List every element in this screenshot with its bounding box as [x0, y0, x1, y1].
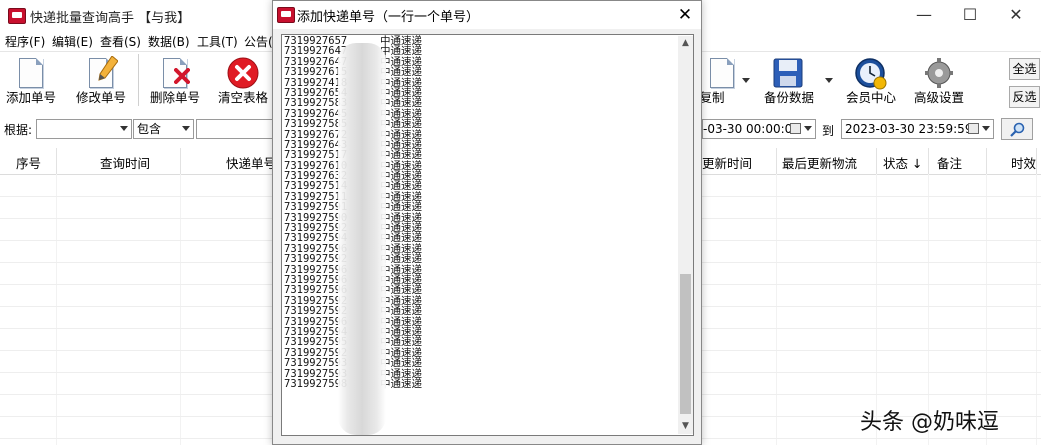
- date-to-label: 到: [822, 124, 835, 138]
- member-center-button[interactable]: 会员中心: [842, 54, 900, 110]
- invert-selection-button[interactable]: 反选: [1009, 86, 1040, 108]
- dialog-title: 添加快递单号（一行一个单号）: [297, 10, 480, 25]
- grid-line: [1036, 174, 1037, 445]
- backup-data-label: 备份数据: [763, 90, 814, 105]
- chevron-down-icon: [120, 126, 128, 131]
- add-number-label: 添加单号: [5, 90, 56, 105]
- courier-name: 中通速递: [380, 357, 422, 370]
- redaction-blur: [338, 43, 386, 435]
- backup-data-button[interactable]: 备份数据: [758, 54, 820, 110]
- date-to-value: 2023-03-30 23:59:59: [845, 122, 973, 136]
- floppy-disk-icon: [773, 58, 803, 88]
- menu-bar: 程序(F) 编辑(E) 查看(S) 数据(B) 工具(T) 公告(: [0, 31, 280, 51]
- column-remark[interactable]: 备注: [937, 153, 962, 172]
- scroll-up-icon[interactable]: ▲: [678, 36, 693, 51]
- chevron-down-icon: [804, 126, 812, 131]
- grid-line: [180, 174, 181, 445]
- date-to-picker[interactable]: 2023-03-30 23:59:59: [841, 119, 994, 139]
- calendar-icon: [968, 123, 979, 134]
- basis-combo[interactable]: [36, 119, 132, 139]
- column-divider: [876, 148, 877, 174]
- calendar-icon: [790, 123, 801, 134]
- column-divider: [986, 148, 987, 174]
- search-button[interactable]: [1001, 118, 1033, 140]
- advanced-settings-label: 高级设置: [913, 90, 964, 105]
- edit-number-label: 修改单号: [75, 90, 126, 105]
- copy-dropdown-icon[interactable]: [742, 78, 750, 83]
- column-divider: [1036, 148, 1037, 174]
- copy-icon: [710, 58, 735, 88]
- scrollbar-thumb[interactable]: [680, 274, 691, 414]
- add-number-button[interactable]: 添加单号: [2, 54, 60, 110]
- scroll-down-icon[interactable]: ▼: [678, 419, 693, 434]
- window-title: 快递批量查询高手 【与我】: [30, 11, 191, 26]
- tracking-numbers-textarea[interactable]: 7319927657 中通速递 7319927647 中通速递 7319927647 中通…: [281, 34, 694, 436]
- edit-number-button[interactable]: 修改单号: [72, 54, 130, 110]
- column-divider: [776, 148, 777, 174]
- minimize-button[interactable]: —: [901, 0, 947, 30]
- column-update-time[interactable]: 更新时间: [702, 153, 752, 172]
- pencil-icon: [98, 56, 118, 81]
- menu-data[interactable]: 数据(B): [148, 33, 190, 50]
- grid-line: [56, 174, 57, 445]
- menu-view[interactable]: 查看(S): [100, 33, 141, 50]
- dialog-close-button[interactable]: ✕: [669, 1, 701, 29]
- date-from-picker[interactable]: -03-30 00:00:00: [702, 119, 816, 139]
- search-icon: [1010, 122, 1025, 137]
- select-all-button[interactable]: 全选: [1009, 58, 1040, 80]
- advanced-settings-button[interactable]: 高级设置: [908, 54, 970, 110]
- column-last-logistics[interactable]: 最后更新物流: [782, 153, 857, 172]
- match-value: 包含: [137, 122, 162, 136]
- document-icon: [19, 58, 43, 88]
- delete-number-button[interactable]: 删除单号: [146, 54, 204, 110]
- delete-number-label: 删除单号: [149, 90, 200, 105]
- clear-circle-icon: [227, 57, 259, 89]
- column-query-time[interactable]: 查询时间: [100, 153, 150, 172]
- courier-name: 中通速递: [380, 305, 422, 318]
- column-timeliness[interactable]: 时效: [1011, 153, 1036, 172]
- column-divider: [180, 148, 181, 174]
- gear-icon: [925, 58, 953, 88]
- chevron-down-icon: [982, 126, 990, 131]
- keyword-input[interactable]: [196, 119, 276, 139]
- dialog-title-bar[interactable]: 添加快递单号（一行一个单号） ✕: [273, 1, 701, 29]
- column-index[interactable]: 序号: [16, 153, 41, 172]
- date-from-value: -03-30 00:00:00: [703, 122, 800, 136]
- clock-icon: [855, 58, 887, 90]
- column-status[interactable]: 状态 ↓: [883, 153, 922, 172]
- close-button[interactable]: ✕: [993, 0, 1039, 30]
- backup-dropdown-icon[interactable]: [825, 78, 833, 83]
- menu-tools[interactable]: 工具(T): [197, 33, 238, 50]
- member-center-label: 会员中心: [845, 90, 896, 105]
- column-tracking-number[interactable]: 快递单号: [226, 153, 276, 172]
- chevron-down-icon: [182, 126, 190, 131]
- grid-line: [776, 174, 777, 445]
- match-combo[interactable]: 包含: [133, 119, 194, 139]
- column-divider: [56, 148, 57, 174]
- basis-label: 根据:: [4, 123, 33, 137]
- menu-program[interactable]: 程序(F): [5, 33, 45, 50]
- clear-table-button[interactable]: 清空表格: [214, 54, 272, 110]
- add-tracking-dialog: 添加快递单号（一行一个单号） ✕ 7319927657 中通速递 731992764…: [272, 0, 702, 445]
- toolbar-separator: [138, 54, 139, 106]
- watermark: 头条 @奶味逗: [860, 410, 999, 435]
- courier-name: 中通速递: [380, 118, 422, 131]
- vertical-scrollbar[interactable]: ▲ ▼: [678, 36, 693, 434]
- maximize-button[interactable]: ☐: [947, 0, 993, 30]
- courier-name: 中通速递: [380, 377, 422, 390]
- menu-edit[interactable]: 编辑(E): [52, 33, 93, 50]
- column-divider: [928, 148, 929, 174]
- app-icon: [8, 8, 26, 24]
- menu-notice[interactable]: 公告(: [244, 33, 273, 50]
- app-icon: [277, 7, 295, 23]
- red-x-icon: [174, 68, 190, 84]
- clear-table-label: 清空表格: [217, 90, 268, 105]
